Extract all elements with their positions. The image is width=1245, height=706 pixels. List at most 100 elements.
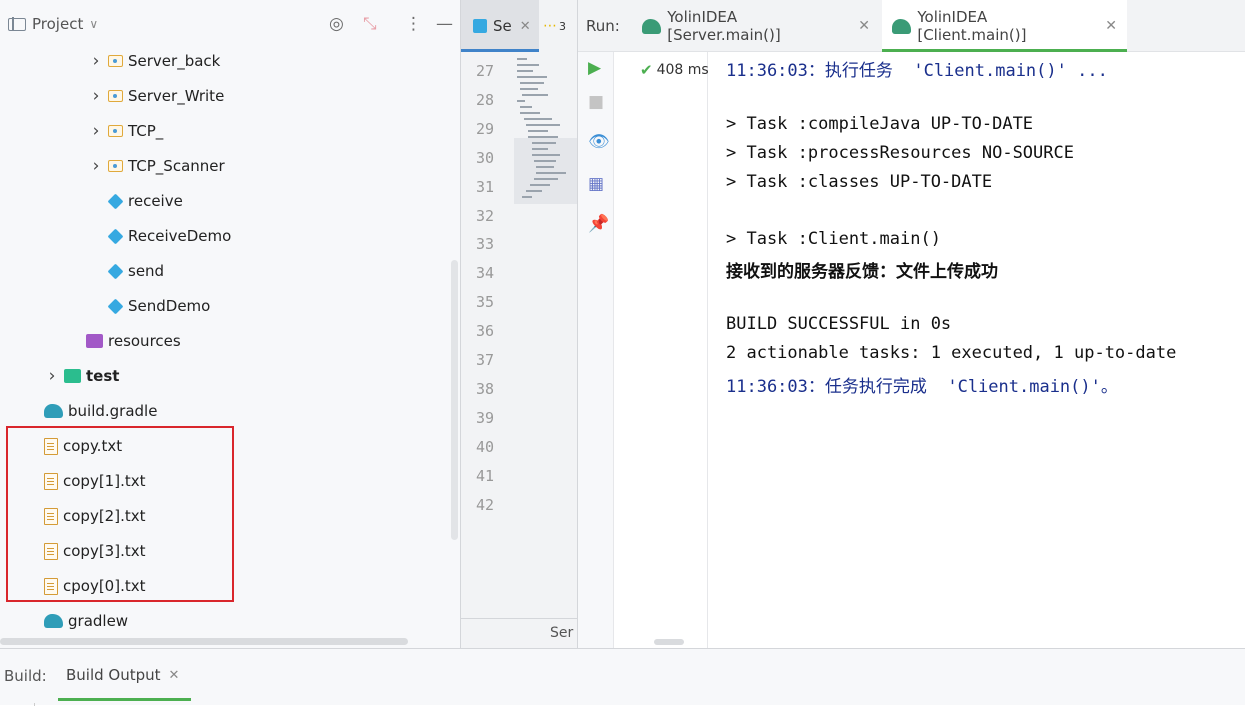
- run-result[interactable]: ✔ 408 ms: [640, 61, 709, 79]
- console-line: 2 actionable tasks: 1 executed, 1 up-to-…: [726, 343, 1177, 363]
- project-folder-icon: [8, 17, 26, 31]
- chevron-right-icon[interactable]: ›: [88, 156, 104, 176]
- tree-item[interactable]: › TCP_Scanner: [88, 149, 225, 183]
- project-title: Project: [32, 15, 84, 33]
- chevron-right-icon[interactable]: ›: [44, 366, 60, 386]
- java-class-icon: [107, 263, 124, 279]
- java-class-icon: [107, 228, 124, 244]
- tree-item[interactable]: gradlew: [44, 604, 128, 638]
- console-line: > Task :compileJava UP-TO-DATE: [726, 114, 1034, 134]
- minimap-line: [534, 160, 556, 162]
- console-line: BUILD SUCCESSFUL in 0s: [726, 314, 952, 334]
- resources-folder-icon: [86, 334, 103, 348]
- more-vertical-icon[interactable]: ⋮: [405, 14, 422, 34]
- layout-icon[interactable]: ▦: [588, 174, 604, 194]
- tree-item[interactable]: › Server_back: [88, 44, 221, 78]
- minimap-line: [517, 64, 539, 66]
- tree-item-label: TCP_Scanner: [128, 157, 225, 175]
- build-output-tab[interactable]: Build Output ✕: [54, 649, 192, 701]
- tree-item[interactable]: build.gradle: [44, 394, 157, 428]
- console-line: 接收到的服务器反馈：文件上传成功: [726, 262, 998, 282]
- minimap-line: [526, 190, 542, 192]
- tree-item[interactable]: send: [107, 254, 164, 288]
- editor-tab-bar: Se ✕ ⋯ 3: [461, 0, 577, 52]
- minimap-line: [526, 124, 560, 126]
- close-icon[interactable]: ✕: [858, 18, 870, 34]
- pin-icon[interactable]: 📌: [588, 214, 609, 234]
- eye-icon[interactable]: 👁: [588, 132, 610, 152]
- tree-item[interactable]: ReceiveDemo: [107, 219, 231, 253]
- java-class-icon: [107, 298, 124, 314]
- project-panel: Project ∨ ◎ ⤡ ⋮ — › Server_back › Server_Wr…: [0, 0, 461, 648]
- minimap[interactable]: [514, 52, 577, 618]
- run-label: Run:: [586, 17, 620, 35]
- minimap-line: [524, 118, 552, 120]
- close-icon[interactable]: ✕: [1105, 18, 1117, 34]
- tree-item[interactable]: › TCP_: [88, 114, 164, 148]
- chevron-right-icon[interactable]: ›: [88, 86, 104, 106]
- minimap-line: [520, 88, 538, 90]
- tree-item-label: receive: [128, 192, 183, 210]
- line-number: 41: [475, 466, 495, 485]
- tree-item-label: gradlew: [68, 612, 129, 630]
- editor-panel: Se ✕ ⋯ 3 27 28 29 30 31 32 33 34 35 36 37 38 39 40 41 4…: [461, 0, 578, 648]
- line-number: 34: [475, 264, 495, 283]
- line-number: 31: [475, 177, 495, 196]
- minimap-line: [536, 166, 554, 168]
- minimap-line: [528, 130, 548, 132]
- test-folder-icon: [64, 369, 81, 383]
- line-number: 28: [475, 90, 495, 109]
- minimap-line: [530, 184, 550, 186]
- chevron-down-icon: ∨: [89, 17, 99, 31]
- console-line: > Task :classes UP-TO-DATE: [726, 172, 993, 192]
- run-tab-client[interactable]: YolinIDEA [Client.main()] ✕: [882, 0, 1127, 52]
- run-tree: ✔ 408 ms: [614, 52, 709, 648]
- close-icon[interactable]: ✕: [169, 668, 180, 683]
- line-number: 35: [475, 293, 495, 312]
- tree-item[interactable]: › Server_Write: [88, 79, 225, 113]
- tree-item[interactable]: receive: [107, 184, 183, 218]
- console-line: 11:36:03：执行任务 'Client.main()' ...: [726, 61, 1108, 81]
- breadcrumb[interactable]: Ser: [550, 625, 573, 641]
- tree-item[interactable]: resources: [86, 324, 181, 358]
- run-tree-scrollbar[interactable]: [654, 639, 684, 645]
- console-line: > Task :Client.main(): [726, 229, 941, 249]
- target-icon[interactable]: ◎: [329, 14, 344, 34]
- tree-item-label: resources: [108, 332, 181, 350]
- tree-item-label: build.gradle: [68, 402, 158, 420]
- editor-tab-server[interactable]: Se ✕: [461, 0, 539, 52]
- java-class-icon: [107, 193, 124, 209]
- chevron-right-icon[interactable]: ›: [88, 121, 104, 141]
- package-folder-icon: [108, 160, 123, 172]
- project-view-selector[interactable]: Project ∨: [8, 15, 98, 33]
- project-vertical-scrollbar[interactable]: [451, 260, 458, 540]
- project-header: Project ∨ ◎ ⤡ ⋮ —: [0, 0, 460, 52]
- minimap-line: [532, 148, 548, 150]
- run-tab-server[interactable]: YolinIDEA [Server.main()] ✕: [632, 0, 880, 52]
- line-number: 39: [475, 408, 495, 427]
- chevron-right-icon[interactable]: ›: [88, 51, 104, 71]
- editor-tab-overflow[interactable]: ⋯ 3: [543, 0, 577, 52]
- build-label: Build:: [4, 667, 47, 685]
- line-number: 33: [475, 235, 495, 254]
- project-horizontal-scrollbar[interactable]: [0, 638, 408, 645]
- tree-item[interactable]: › test: [44, 359, 120, 393]
- line-number: 42: [475, 495, 495, 514]
- run-icon[interactable]: ▶: [588, 58, 601, 78]
- collapse-icon[interactable]: ⤡: [363, 14, 377, 34]
- minimap-line: [517, 58, 527, 60]
- more-tabs-icon: ⋯: [543, 18, 557, 34]
- tree-item[interactable]: SendDemo: [107, 289, 210, 323]
- editor-breadcrumb-bar: Ser: [461, 618, 577, 648]
- run-panel: Run: YolinIDEA [Server.main()] ✕ YolinID…: [578, 0, 1245, 648]
- console-output[interactable]: 11:36:03：执行任务 'Client.main()' ... > Task …: [726, 52, 1245, 648]
- minimap-line: [522, 196, 532, 198]
- minimap-line: [536, 172, 566, 174]
- gradle-elephant-icon: [642, 18, 662, 34]
- minimize-icon[interactable]: —: [436, 14, 453, 34]
- close-icon[interactable]: ✕: [520, 19, 531, 34]
- minimap-line: [522, 94, 548, 96]
- stop-icon[interactable]: ■: [588, 92, 604, 112]
- minimap-line: [520, 106, 532, 108]
- minimap-line: [534, 178, 558, 180]
